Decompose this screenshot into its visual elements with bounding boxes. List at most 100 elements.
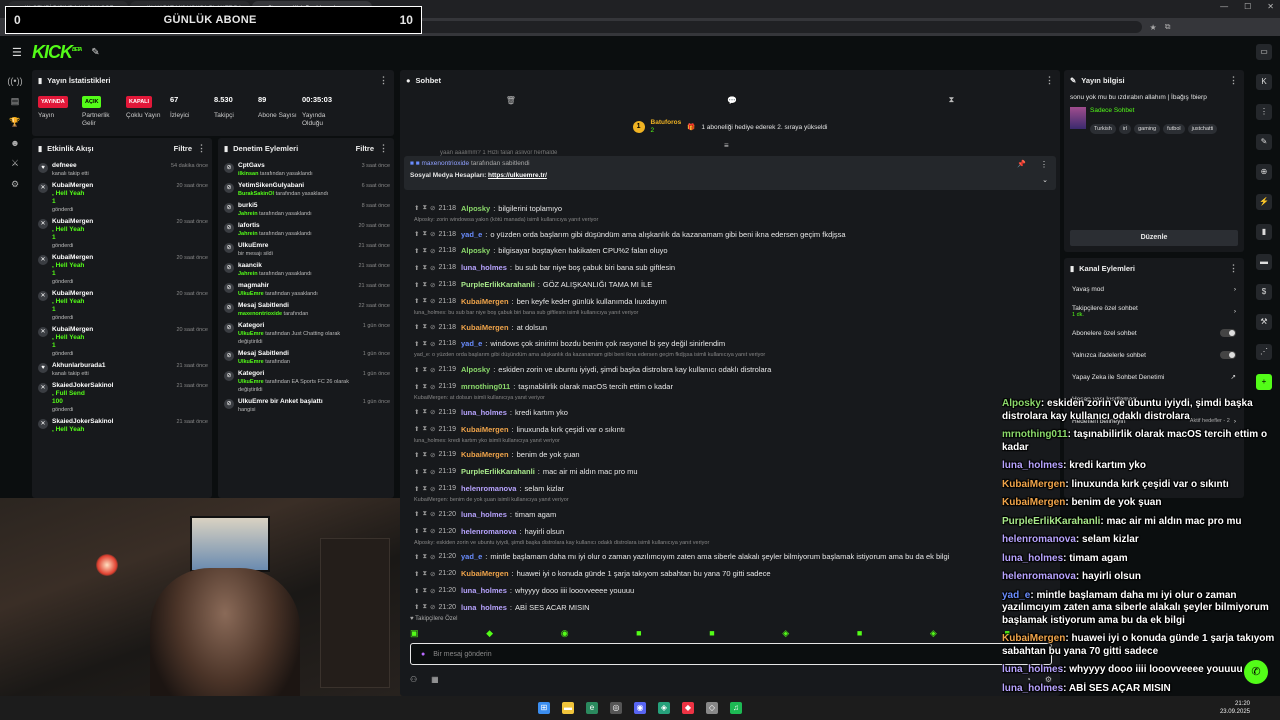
- channel-action-row[interactable]: Yapay Zeka ile Sohbet Denetimi ↗: [1064, 366, 1244, 388]
- ban-icon[interactable]: ⊘: [430, 264, 435, 272]
- message-user[interactable]: yad_e: [461, 339, 482, 348]
- chat-message[interactable]: ⬆ ⧗ ⊘ 21:20 luna_holmes: ABİ SES AÇAR MISIN: [406, 599, 1056, 610]
- chat-message[interactable]: ⬆ ⧗ ⊘ 21:18 Alposky: bilgisayar boştayken hak…: [406, 243, 1056, 260]
- filter-button[interactable]: Filtre: [356, 144, 374, 153]
- chat-input[interactable]: ● Bir mesaj gönderin: [410, 643, 1052, 665]
- menu-icon[interactable]: ☰: [12, 46, 22, 59]
- pin-icon[interactable]: 📌: [1017, 160, 1026, 168]
- ban-icon[interactable]: ⊘: [430, 527, 435, 535]
- channel-action-row[interactable]: Takipçilere özel sohbet 1 dk. ›: [1064, 300, 1244, 322]
- pin-icon[interactable]: ⬆: [414, 230, 419, 238]
- ban-icon[interactable]: ⊘: [430, 281, 435, 289]
- link-icon[interactable]: ⚇: [410, 675, 417, 684]
- timeout-icon[interactable]: ⧗: [422, 247, 427, 255]
- minimize-icon[interactable]: —: [1220, 2, 1228, 11]
- card-icon[interactable]: ▮: [1256, 224, 1272, 240]
- ban-icon[interactable]: ⊘: [430, 603, 435, 610]
- timeout-icon[interactable]: ⧗: [422, 281, 427, 289]
- chat-message[interactable]: ⬆ ⧗ ⊘ 21:19 mrnothing011: taşınabilirlik olar…: [406, 378, 1056, 395]
- message-user[interactable]: KubaiMergen: [461, 323, 509, 332]
- ban-icon[interactable]: ⊘: [430, 383, 435, 391]
- pin-icon[interactable]: ⬆: [414, 247, 419, 255]
- broadcast-icon[interactable]: ((•)): [7, 76, 22, 86]
- folder-icon[interactable]: ▬: [562, 702, 574, 714]
- timeout-icon[interactable]: ⧗: [422, 383, 427, 391]
- pin-icon[interactable]: ⬆: [414, 527, 419, 535]
- more-icon[interactable]: ⋮: [1229, 263, 1238, 274]
- ban-icon[interactable]: ⊘: [430, 323, 435, 331]
- chat-message[interactable]: ⬆ ⧗ ⊘ 21:18 yad_e: windows çok sinirimi bozdu…: [406, 336, 1056, 353]
- ban-icon[interactable]: ⊘: [430, 247, 435, 255]
- pin-icon[interactable]: ⬆: [414, 451, 419, 459]
- timeout-icon[interactable]: ⧗: [422, 553, 427, 561]
- pin-icon[interactable]: ⬆: [414, 323, 419, 331]
- chat-message[interactable]: ⬆ ⧗ ⊘ 21:19 helenromanova: selam kizlar: [406, 480, 1056, 497]
- pinned-link[interactable]: https://ulkuemre.tr/: [488, 172, 547, 179]
- chat-message[interactable]: ⬆ ⧗ ⊘ 21:18 KubaiMergen: at dolsun: [406, 319, 1056, 336]
- more-icon[interactable]: ⋮: [379, 143, 388, 154]
- ban-icon[interactable]: ⊘: [430, 587, 435, 595]
- chat-message[interactable]: ⬆ ⧗ ⊘ 21:19 KubaiMergen: linuxunda kırk çeşid…: [406, 421, 1056, 438]
- emote-icon[interactable]: ■: [857, 628, 862, 639]
- channel-action-control[interactable]: ›: [1234, 308, 1236, 315]
- chevron-right-icon[interactable]: ›: [1234, 286, 1236, 293]
- message-user[interactable]: Alposky: [461, 204, 490, 213]
- timeout-icon[interactable]: ⧗: [422, 587, 427, 595]
- tools-icon[interactable]: ✎: [91, 47, 99, 58]
- chat-message[interactable]: ⬆ ⧗ ⊘ 21:20 luna_holmes: whyyyy dooo iiii loo…: [406, 582, 1056, 599]
- timeout-icon[interactable]: ⧗: [422, 408, 427, 416]
- message-user[interactable]: luna_holmes: [461, 603, 507, 610]
- ban-icon[interactable]: ⊘: [430, 340, 435, 348]
- calendar-icon[interactable]: ▦: [431, 675, 439, 684]
- chat-message[interactable]: ⬆ ⧗ ⊘ 21:19 luna_holmes: kredi kartım yko: [406, 404, 1056, 421]
- timeout-icon[interactable]: ⧗: [422, 323, 427, 331]
- edge-icon[interactable]: e: [586, 702, 598, 714]
- chat-message[interactable]: ⬆ ⧗ ⊘ 21:20 helenromanova: hayirli olsun: [406, 523, 1056, 540]
- pin-icon[interactable]: ⬆: [414, 204, 419, 212]
- message-user[interactable]: helenromanova: [461, 527, 516, 536]
- stream-tag[interactable]: justchatti: [1187, 124, 1218, 134]
- chat-message[interactable]: ⬆ ⧗ ⊘ 21:20 luna_holmes: timam agam: [406, 506, 1056, 523]
- timeout-icon[interactable]: ⧗: [422, 425, 427, 433]
- channel-action-row[interactable]: Yavaş mod ›: [1064, 278, 1244, 300]
- chat-message[interactable]: ⬆ ⧗ ⊘ 21:18 PurpleErlikKarahanli: GÖZ ALIŞKAN…: [406, 276, 1056, 293]
- mod-icon[interactable]: ⚔: [11, 158, 19, 169]
- channel-action-control[interactable]: [1220, 329, 1236, 337]
- message-user[interactable]: PurpleErlikKarahanli: [461, 467, 535, 476]
- message-user[interactable]: luna_holmes: [461, 510, 507, 519]
- trophy-icon[interactable]: 🏆: [9, 117, 20, 128]
- timeout-icon[interactable]: ⧗: [422, 510, 427, 518]
- message-user[interactable]: luna_holmes: [461, 586, 507, 595]
- edit-button[interactable]: Düzenle: [1070, 230, 1238, 246]
- start-icon[interactable]: ⊞: [538, 702, 550, 714]
- flash-icon[interactable]: ⚡: [1256, 194, 1272, 210]
- timeout-icon[interactable]: ⧗: [422, 468, 427, 476]
- filter-button[interactable]: Filtre: [174, 144, 192, 153]
- close-icon[interactable]: ✕: [1267, 2, 1274, 11]
- spotify-icon[interactable]: ♫: [730, 702, 742, 714]
- message-user[interactable]: KubaiMergen: [461, 425, 509, 434]
- ban-icon[interactable]: ⊘: [430, 297, 435, 305]
- emote-icon[interactable]: ■: [636, 628, 641, 639]
- message-user[interactable]: KubaiMergen: [461, 297, 509, 306]
- pin-icon[interactable]: ⬆: [414, 340, 419, 348]
- pin-icon[interactable]: ⬆: [414, 264, 419, 272]
- app-icon[interactable]: ◇: [706, 702, 718, 714]
- channel-action-control[interactable]: ›: [1234, 286, 1236, 293]
- hourglass-icon[interactable]: ⧗: [949, 95, 955, 105]
- stream-tag[interactable]: irl: [1118, 124, 1132, 134]
- channel-action-control[interactable]: ↗: [1231, 373, 1236, 381]
- chevron-right-icon[interactable]: ›: [1234, 308, 1236, 315]
- stream-tag[interactable]: gaming: [1134, 124, 1161, 134]
- ban-icon[interactable]: ⊘: [430, 204, 435, 212]
- more-icon[interactable]: ⋮: [1040, 160, 1048, 169]
- pin-icon[interactable]: ⬆: [414, 510, 419, 518]
- trash-icon[interactable]: 🗑: [506, 96, 516, 105]
- external-link-icon[interactable]: ↗: [1231, 373, 1236, 381]
- ban-icon[interactable]: ⊘: [430, 468, 435, 476]
- chat-message[interactable]: ⬆ ⧗ ⊘ 21:18 Alposky: bilgilerini toplamıyo: [406, 200, 1056, 217]
- timeout-icon[interactable]: ⧗: [422, 570, 427, 578]
- chat-message[interactable]: ⬆ ⧗ ⊘ 21:18 luna_holmes: bu sub bar niye boş …: [406, 259, 1056, 276]
- steam-icon[interactable]: ◎: [610, 702, 622, 714]
- share-icon[interactable]: ⋰: [1256, 344, 1272, 360]
